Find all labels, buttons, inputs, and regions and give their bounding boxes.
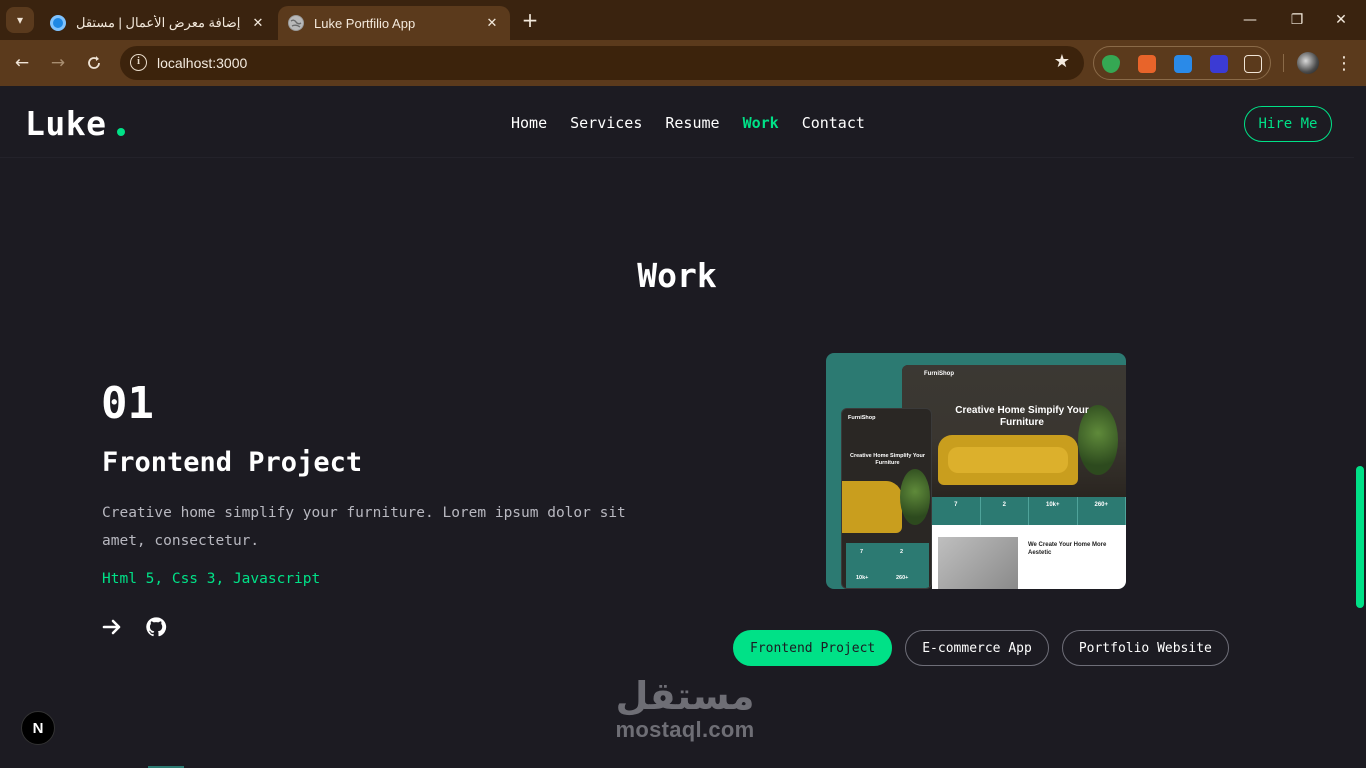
download-extension-icon[interactable] [1174,55,1192,73]
mobile-hero-title: Creative Home Simplify Your Furniture [850,453,925,466]
watermark-arabic: مستقل [615,674,755,718]
arrow-right-icon[interactable] [101,616,123,638]
stat-value: 10k+ [1029,497,1078,525]
forward-arrow-icon[interactable]: → [46,51,70,75]
browser-tab-portfolio[interactable]: Luke Portfilio App ✕ [278,6,510,40]
stat-value: 7 [932,497,981,525]
nav-contact[interactable]: Contact [802,114,865,132]
site-header: Luke Home Services Resume Work Contact H… [0,86,1354,158]
preview-section-title: We Create Your Home More Aestetic [1028,542,1107,556]
brave-extension-icon[interactable] [1138,55,1156,73]
url-text[interactable]: localhost:3000 [157,55,247,71]
site-logo[interactable]: Luke [25,104,106,143]
nextjs-dev-badge[interactable]: N [21,711,55,745]
dropper-extension-icon[interactable] [1210,55,1228,73]
hire-me-button[interactable]: Hire Me [1244,106,1332,142]
project-number: 01 [101,378,154,429]
stat-value: 7 [860,549,864,555]
globe-favicon-icon [288,15,304,31]
page-scrollbar[interactable] [1354,86,1366,768]
main-nav: Home Services Resume Work Contact [511,114,888,132]
mostaql-watermark: مستقل mostaql.com [600,674,770,742]
mobile-mockup: FurniShop Creative Home Simplify Your Fu… [841,408,932,589]
section-title: Work [637,256,717,295]
browser-tab-bar: ▾ إضافة معرض الأعمال | مستقل ✕ Luke Port… [0,0,1366,40]
stat-value: 2 [900,549,904,555]
project-description: Creative home simplify your furniture. L… [102,505,626,549]
bookmark-star-icon[interactable]: ★ [1054,51,1070,72]
extensions-group [1093,46,1271,80]
watermark-latin: mostaql.com [615,717,755,742]
desktop-mockup: FurniShop Creative Home Simpify Your Fur… [902,365,1126,589]
stat-value: 10k+ [856,575,869,581]
mobile-stats: 7 2 10k+ 260+ [846,543,929,588]
nav-work[interactable]: Work [743,114,779,132]
address-bar[interactable]: i localhost:3000 ★ [120,46,1084,80]
toolbar-divider [1283,54,1284,72]
restore-button[interactable]: ❐ [1285,8,1309,32]
reload-icon[interactable] [82,51,106,75]
browser-toolbar: ← → i localhost:3000 ★ ⋮ [0,40,1366,86]
mostaql-favicon-icon [50,15,66,31]
browser-tab-mostaql[interactable]: إضافة معرض الأعمال | مستقل ✕ [40,6,276,40]
tab-portfolio-website[interactable]: Portfolio Website [1061,630,1229,666]
preview-hero-title: Creative Home Simpify Your Furniture [955,405,1089,428]
tab-close-icon[interactable]: ✕ [484,15,500,31]
stat-value: 260+ [1078,497,1126,525]
new-tab-button[interactable]: + [518,8,542,32]
project-title: Frontend Project [102,447,363,478]
puzzle-extensions-icon[interactable] [1244,55,1262,73]
mobile-plant [900,469,930,525]
back-arrow-icon[interactable]: ← [10,51,34,75]
shield-extension-icon[interactable] [1102,55,1120,73]
sofa-cushion-decoration [948,447,1068,473]
project-stack: Html 5, Css 3, Javascript [102,571,321,587]
stat-value: 260+ [896,575,909,581]
tab-search-dropdown-icon[interactable]: ▾ [6,7,34,33]
tab-close-icon[interactable]: ✕ [250,15,266,31]
tab-frontend-project[interactable]: Frontend Project [733,630,893,666]
nav-resume[interactable]: Resume [665,114,719,132]
profile-avatar[interactable] [1297,52,1319,74]
project-preview-image: FurniShop Creative Home Simpify Your Fur… [826,353,1126,589]
project-links [101,616,167,638]
mobile-brand: FurniShop [848,415,876,421]
nav-services[interactable]: Services [570,114,642,132]
nav-home[interactable]: Home [511,114,547,132]
tab-ecommerce-app[interactable]: E-commerce App [905,630,1049,666]
close-window-button[interactable]: ✕ [1329,8,1353,32]
logo-dot [117,128,125,136]
scrollbar-thumb[interactable] [1356,466,1364,608]
github-icon[interactable] [145,616,167,638]
site-info-icon[interactable]: i [130,54,147,71]
preview-brand: FurniShop [924,371,954,377]
preview-stats: 7 2 10k+ 260+ [932,497,1126,525]
page-viewport: Luke Home Services Resume Work Contact H… [0,86,1366,768]
stat-value: 2 [981,497,1029,525]
browser-menu-icon[interactable]: ⋮ [1334,51,1354,75]
mobile-sofa [842,481,902,533]
tab-title: إضافة معرض الأعمال | مستقل [76,15,241,30]
chair-image [938,537,1018,589]
project-filter-tabs: Frontend Project E-commerce App Portfoli… [733,630,1229,666]
preview-section: We Create Your Home More Aestetic [932,525,1126,589]
tab-title: Luke Portfilio App [314,15,416,31]
minimize-button[interactable]: — [1238,8,1262,32]
